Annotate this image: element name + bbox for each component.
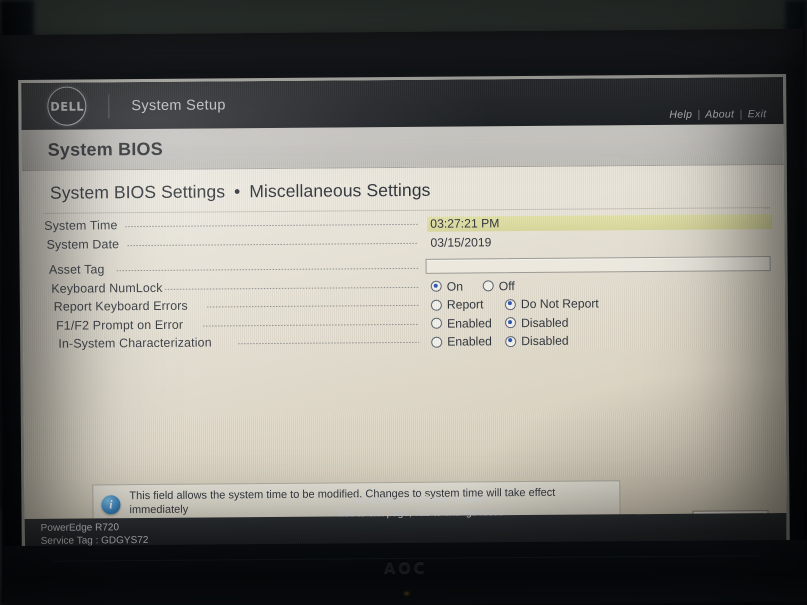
setting-value[interactable]: 03:27:21 PM — [430, 216, 499, 231]
setting-label: Report Keyboard Errors — [53, 298, 188, 314]
info-icon: i — [101, 494, 121, 514]
setting-label: System Date — [46, 236, 120, 252]
screen-panel: DELL System Setup Help | About | Exit Sy… — [21, 77, 787, 550]
radio-unselected-icon[interactable] — [430, 299, 442, 311]
radio-selected-icon[interactable] — [505, 335, 517, 347]
bios-setup-ui: DELL System Setup Help | About | Exit Sy… — [21, 77, 787, 550]
radio-label: Disabled — [521, 333, 569, 349]
leader-dots — [164, 286, 419, 290]
leader-dots — [202, 323, 420, 327]
setting-label: Asset Tag — [48, 262, 105, 277]
radio-option[interactable]: Report — [430, 297, 484, 312]
radio-unselected-icon[interactable] — [430, 317, 443, 329]
status-hint-line-2: Esc to exit page, Tab to change focus — [337, 507, 504, 520]
status-hint-line-1: Arrow keys and Enter to select — [352, 494, 489, 507]
help-link[interactable]: Help — [669, 109, 692, 121]
radio-option[interactable]: Enabled — [430, 315, 492, 331]
radio-selected-icon[interactable] — [504, 298, 516, 310]
header-links: Help | About | Exit — [669, 108, 766, 121]
radio-label: Report — [446, 297, 484, 312]
radio-label: Enabled — [446, 315, 492, 331]
radio-option[interactable]: Disabled — [505, 334, 569, 348]
radio-label: Do Not Report — [520, 296, 599, 312]
app-header: DELL System Setup Help | About | Exit — [21, 77, 784, 130]
leader-dots — [124, 223, 419, 228]
breadcrumb-current: Miscellaneous Settings — [249, 179, 431, 202]
power-led — [403, 591, 409, 596]
photograph-of-monitor: DELL System Setup Help | About | Exit Sy… — [0, 0, 807, 605]
radio-label: Disabled — [520, 315, 569, 330]
page-title: System BIOS — [47, 138, 163, 160]
monitor-bezel: DELL System Setup Help | About | Exit Sy… — [0, 28, 807, 605]
leader-dots — [237, 341, 420, 345]
breadcrumb-parent[interactable]: System BIOS Settings — [50, 181, 225, 202]
app-title: System Setup — [131, 96, 226, 114]
radio-label: Off — [498, 278, 515, 293]
radio-selected-icon[interactable] — [430, 280, 442, 292]
leader-dots — [206, 304, 419, 308]
breadcrumb-separator: • — [234, 181, 241, 202]
leader-dots — [127, 242, 419, 246]
title-underline — [44, 207, 771, 214]
leader-dots — [116, 267, 419, 272]
bezel-top-sheen — [0, 28, 804, 76]
radio-option[interactable]: Disabled — [504, 315, 569, 330]
setting-label: In-System Characterization — [58, 335, 212, 351]
dell-logo: DELL — [47, 86, 87, 126]
page-title-bar: System BIOS — [21, 124, 784, 171]
screen-inner-frame: DELL System Setup Help | About | Exit Sy… — [18, 73, 790, 554]
radio-option[interactable]: Off — [482, 278, 515, 293]
exit-link[interactable]: Exit — [748, 108, 767, 120]
asset-tag-input[interactable] — [425, 256, 771, 274]
setting-label: System Time — [44, 218, 118, 233]
link-separator-1: | — [697, 108, 701, 121]
link-separator-2: | — [739, 108, 743, 121]
radio-option[interactable]: Enabled — [431, 334, 492, 349]
radio-unselected-icon[interactable] — [482, 280, 494, 292]
radio-selected-icon[interactable] — [504, 317, 517, 329]
status-system-info: PowerEdge R720 Service Tag : GDGYS72 — [41, 521, 149, 548]
dell-logo-text: DELL — [49, 99, 84, 114]
page-body: System BIOS Settings • Miscellaneous Set… — [21, 165, 787, 550]
radio-label: On — [446, 279, 464, 294]
setting-value[interactable]: 03/15/2019 — [430, 235, 491, 249]
settings-table: System Time 03:27:21 PM System Date 03/15/2… — [22, 213, 784, 351]
radio-option[interactable]: Do Not Report — [504, 296, 599, 312]
setting-label: F1/F2 Prompt on Error — [55, 317, 184, 333]
breadcrumb: System BIOS Settings • Miscellaneous Set… — [50, 180, 431, 204]
about-link[interactable]: About — [705, 108, 734, 120]
status-key-hints: Arrow keys and Enter to select Esc to ex… — [338, 493, 504, 520]
radio-unselected-icon[interactable] — [431, 336, 443, 348]
setting-label: Keyboard NumLock — [51, 280, 163, 296]
header-divider — [108, 93, 110, 118]
status-model: PowerEdge R720 — [40, 522, 120, 534]
radio-option[interactable]: On — [430, 279, 464, 294]
radio-label: Enabled — [447, 334, 492, 349]
